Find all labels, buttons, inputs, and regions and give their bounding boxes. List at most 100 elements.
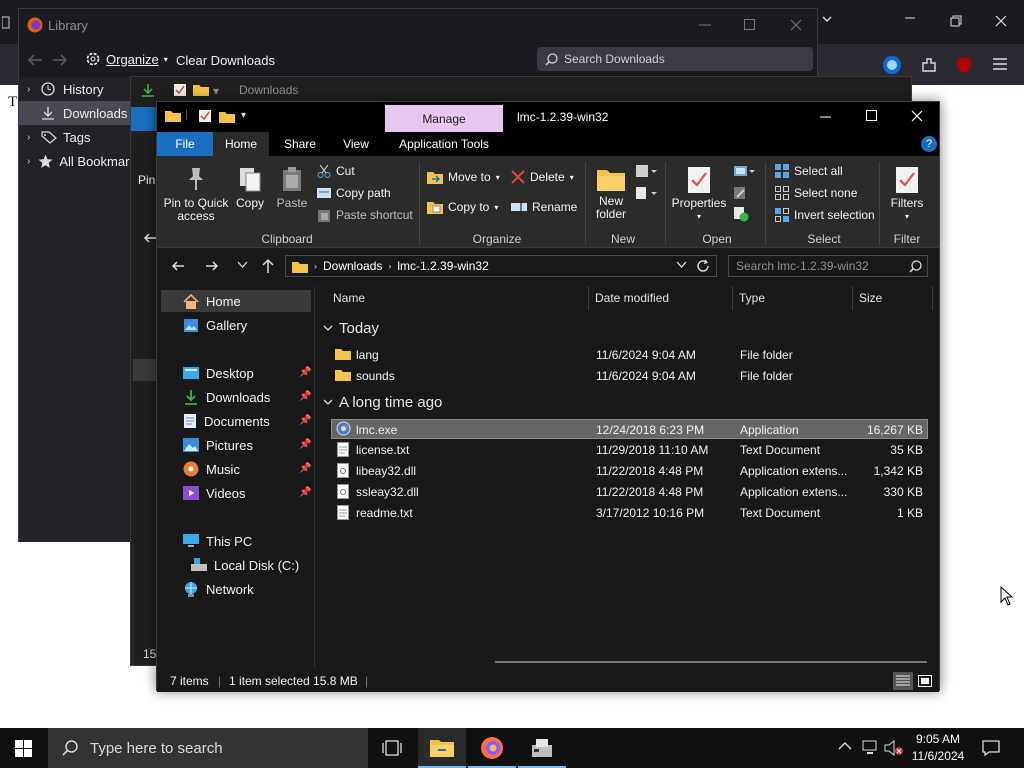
forward-arrow-icon[interactable]: [52, 53, 68, 67]
properties-icon[interactable]: [198, 109, 212, 123]
sidebar-item-all-bookmarks[interactable]: › All Bookmarks: [19, 149, 131, 173]
copy-button[interactable]: Copy: [233, 166, 267, 210]
nav-item-home[interactable]: Home: [161, 290, 311, 312]
list-item[interactable]: license.txt 11/29/2018 11:10 AM Text Doc…: [331, 440, 928, 460]
select-none-button[interactable]: Select none: [775, 186, 857, 200]
maximize-icon[interactable]: [866, 110, 877, 121]
sidebar-item-history[interactable]: › History: [19, 77, 131, 101]
rename-button[interactable]: Rename: [511, 200, 577, 214]
tab-share[interactable]: Share: [273, 132, 327, 156]
firefox-account-icon[interactable]: [882, 55, 902, 75]
taskbar-app[interactable]: [518, 728, 566, 768]
back-arrow-icon[interactable]: [171, 259, 185, 273]
column-header-size[interactable]: Size: [853, 286, 933, 310]
minimize-icon[interactable]: [820, 116, 831, 118]
breadcrumb-current[interactable]: lmc-1.2.39-win32: [397, 259, 488, 273]
windows-start-icon[interactable]: [15, 740, 32, 757]
sidebar-item-downloads[interactable]: Downloads: [19, 101, 131, 125]
filters-button[interactable]: Filters ▾: [887, 166, 927, 223]
nav-item-desktop[interactable]: Desktop: [183, 362, 254, 384]
tab-application-tools[interactable]: Application Tools: [387, 132, 501, 156]
organize-button[interactable]: Organize ▾: [85, 51, 168, 67]
task-view-icon[interactable]: [382, 740, 402, 756]
tab-view[interactable]: View: [329, 132, 383, 156]
nav-item-network[interactable]: Network: [183, 578, 254, 600]
sidebar-item-tags[interactable]: › Tags: [19, 125, 131, 149]
nav-item-pictures[interactable]: Pictures: [183, 434, 253, 456]
properties-button[interactable]: Properties ▾: [671, 166, 727, 223]
delete-button[interactable]: Delete ▾: [511, 170, 574, 184]
network-icon[interactable]: [862, 740, 880, 756]
close-icon[interactable]: [995, 15, 1007, 27]
volume-muted-icon[interactable]: [884, 740, 904, 756]
list-item[interactable]: lmc.exe 12/24/2018 6:23 PM Application 1…: [331, 419, 928, 439]
column-header-name[interactable]: Name: [327, 286, 589, 310]
address-bar[interactable]: › Downloads › lmc-1.2.39-win32: [285, 255, 717, 277]
tab-file[interactable]: [131, 107, 157, 131]
nav-item-local-disk[interactable]: Local Disk (C:): [191, 554, 299, 576]
taskbar-firefox[interactable]: [468, 728, 516, 768]
list-item[interactable]: libeay32.dll 11/22/2018 4:48 PM Applicat…: [331, 461, 928, 481]
pin-icon[interactable]: 📌: [299, 463, 311, 474]
history-icon[interactable]: [733, 206, 749, 222]
maximize-icon[interactable]: [744, 19, 755, 30]
list-item[interactable]: lang 11/6/2024 9:04 AM File folder: [331, 345, 928, 365]
move-to-button[interactable]: Move to ▾: [427, 170, 500, 184]
tab-home[interactable]: Home: [213, 132, 269, 156]
close-icon[interactable]: [790, 19, 802, 31]
help-icon[interactable]: ?: [921, 136, 937, 152]
new-folder-button[interactable]: New folder: [591, 166, 631, 221]
close-icon[interactable]: [911, 110, 923, 122]
chevron-down-icon[interactable]: [676, 261, 687, 269]
new-folder-icon[interactable]: [219, 110, 235, 123]
recent-locations-icon[interactable]: [237, 261, 248, 269]
large-icons-view-icon[interactable]: [915, 672, 935, 690]
list-item[interactable]: readme.txt 3/17/2012 10:16 PM Text Docum…: [331, 503, 928, 523]
restore-icon[interactable]: [950, 15, 962, 27]
group-header-today[interactable]: Today: [323, 320, 379, 337]
nav-item-this-pc[interactable]: This PC: [183, 530, 252, 552]
edit-icon[interactable]: [733, 186, 747, 200]
group-header-long-ago[interactable]: A long time ago: [323, 394, 442, 411]
ublock-icon[interactable]: [955, 56, 973, 74]
library-search-input[interactable]: Search Downloads: [537, 47, 813, 71]
nav-item-videos[interactable]: Videos: [183, 482, 246, 504]
new-item-icon[interactable]: [635, 164, 657, 178]
back-arrow-icon[interactable]: [143, 231, 157, 245]
taskbar-clock[interactable]: 9:05 AM 11/6/2024: [902, 731, 974, 765]
up-arrow-icon[interactable]: [261, 258, 275, 274]
list-item[interactable]: sounds 11/6/2024 9:04 AM File folder: [331, 366, 928, 386]
nav-item-music[interactable]: Music: [183, 458, 240, 480]
column-header-type[interactable]: Type: [733, 286, 853, 310]
customize-toolbar-icon[interactable]: ▾: [241, 110, 246, 121]
extensions-icon[interactable]: [920, 56, 938, 74]
minimize-icon[interactable]: [699, 24, 711, 26]
pin-icon[interactable]: 📌: [299, 367, 311, 378]
pin-icon[interactable]: 📌: [299, 391, 311, 402]
back-arrow-icon[interactable]: [27, 53, 43, 67]
paste-button[interactable]: Paste: [273, 166, 311, 210]
details-view-icon[interactable]: [893, 672, 913, 690]
horizontal-scrollbar[interactable]: [495, 661, 927, 663]
easy-access-icon[interactable]: [635, 186, 657, 200]
pin-icon[interactable]: 📌: [299, 439, 311, 450]
forward-arrow-icon[interactable]: [205, 259, 219, 273]
paste-shortcut-button[interactable]: Paste shortcut: [317, 208, 413, 222]
open-icon[interactable]: [733, 164, 755, 178]
breadcrumb-downloads[interactable]: Downloads: [323, 259, 382, 273]
select-all-button[interactable]: Select all: [775, 164, 843, 178]
nav-item-downloads[interactable]: Downloads: [183, 386, 270, 408]
invert-selection-button[interactable]: Invert selection: [775, 208, 875, 222]
column-header-date[interactable]: Date modified: [589, 286, 733, 310]
taskbar-search-box[interactable]: Type here to search: [48, 728, 368, 768]
copy-to-button[interactable]: Copy to ▾: [427, 200, 498, 214]
notification-icon[interactable]: [982, 740, 1000, 756]
nav-item-gallery[interactable]: Gallery: [183, 314, 247, 336]
refresh-icon[interactable]: [696, 259, 710, 273]
pin-to-quick-access-button[interactable]: Pin to Quick access: [163, 166, 229, 223]
list-item[interactable]: ssleay32.dll 11/22/2018 4:48 PM Applicat…: [331, 482, 928, 502]
pin-icon[interactable]: 📌: [299, 487, 311, 498]
cut-button[interactable]: Cut: [317, 164, 355, 178]
explorer-search-input[interactable]: Search lmc-1.2.39-win32: [728, 255, 928, 277]
nav-item-documents[interactable]: Documents: [183, 410, 270, 432]
